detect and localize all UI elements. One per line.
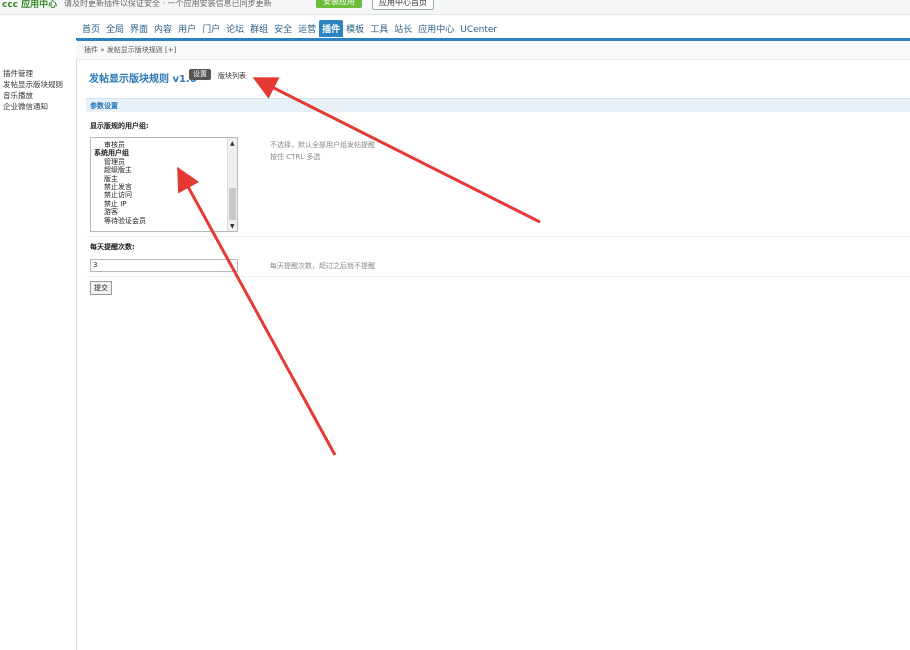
sidebar-item-wecom[interactable]: 企业微信通知	[0, 101, 76, 112]
section-title: 参数设置	[90, 102, 118, 110]
sidebar: 插件管理 发帖显示版块规则 音乐播放 企业微信通知	[0, 40, 77, 650]
daily-count-label: 每天提醒次数:	[90, 243, 135, 251]
user-groups-multiselect[interactable]: 审核员 系统用户组 管理员 超级版主 版主 禁止发言 禁止访问 禁止 IP 游客 等待验证会员 ▲…	[90, 137, 238, 232]
top-bar: ccc 应用中心 请及时更新插件以保证安全 · 一个应用安装信息已同步更新 安装…	[0, 0, 910, 15]
nav-item-template[interactable]: 模板	[343, 20, 367, 37]
option-group-label: 系统用户组	[94, 149, 129, 158]
sidebar-item-music[interactable]: 音乐播放	[0, 90, 76, 101]
nav-item-group[interactable]: 群组	[247, 20, 271, 37]
nav-item-content[interactable]: 内容	[151, 20, 175, 37]
nav-item-founder[interactable]: 站长	[391, 20, 415, 37]
daily-count-hint: 每天提醒次数，超过之后就不提醒	[270, 262, 375, 270]
block-list-link[interactable]: 版块列表	[218, 71, 246, 81]
install-app-button[interactable]: 安装应用	[316, 0, 362, 8]
main-nav: 首页 全局 界面 内容 用户 门户 论坛 群组 安全 运营 插件 模板 工具 站…	[76, 20, 910, 38]
scroll-thumb[interactable]	[229, 188, 236, 220]
nav-item-style[interactable]: 界面	[127, 20, 151, 37]
scroll-down-arrow-icon[interactable]: ▼	[230, 223, 235, 230]
top-message: 请及时更新插件以保证安全 · 一个应用安装信息已同步更新	[64, 0, 272, 8]
row-divider	[86, 236, 910, 237]
breadcrumb-text[interactable]: 插件 » 发帖显示版块规则 [+]	[84, 45, 176, 55]
nav-item-app-center[interactable]: 应用中心	[415, 20, 457, 37]
section-header: 参数设置	[86, 98, 910, 112]
user-group-option[interactable]: 等待验证会员	[91, 217, 237, 225]
scroll-up-arrow-icon[interactable]: ▲	[230, 140, 235, 147]
select-scrollbar[interactable]: ▲ ▼	[227, 138, 237, 231]
settings-tab[interactable]: 设置	[189, 69, 211, 80]
user-group-option[interactable]: 版主	[91, 175, 237, 183]
row-divider	[86, 276, 910, 277]
sidebar-item-plugin-manage[interactable]: 插件管理	[0, 68, 76, 79]
submit-button[interactable]: 提交	[90, 281, 112, 295]
user-group-option[interactable]: 超级版主	[91, 166, 237, 174]
user-group-option[interactable]: 禁止 IP	[91, 200, 237, 208]
app-logo: ccc 应用中心	[2, 0, 58, 10]
app-center-home-button[interactable]: 应用中心首页	[372, 0, 434, 10]
nav-item-tools[interactable]: 工具	[367, 20, 391, 37]
user-groups-hint-line1: 不选择，默认全部用户组发帖提醒	[270, 141, 375, 149]
user-groups-hint-line2: 按住 CTRL 多选	[270, 153, 321, 161]
nav-item-plugin[interactable]: 插件	[319, 20, 344, 37]
sidebar-item-post-rules[interactable]: 发帖显示版块规则	[0, 79, 76, 90]
user-group-option[interactable]: 管理员	[91, 158, 237, 166]
nav-item-safe[interactable]: 安全	[271, 20, 295, 37]
daily-count-input[interactable]: 3	[90, 259, 238, 272]
nav-item-global[interactable]: 全局	[103, 20, 127, 37]
nav-item-home[interactable]: 首页	[79, 20, 103, 37]
user-groups-label: 显示版规的用户组:	[90, 122, 149, 130]
nav-item-forum[interactable]: 论坛	[223, 20, 247, 37]
user-group-option[interactable]: 禁止访问	[91, 191, 237, 199]
nav-item-ucenter[interactable]: UCenter	[457, 20, 500, 37]
page-title: 发帖显示版块规则 v1.0	[89, 74, 197, 85]
nav-item-operation[interactable]: 运营	[295, 20, 319, 37]
nav-item-user[interactable]: 用户	[175, 20, 199, 37]
user-groups-hint: 不选择，默认全部用户组发帖提醒 按住 CTRL 多选	[270, 139, 375, 163]
nav-item-portal[interactable]: 门户	[199, 20, 223, 37]
breadcrumb: 插件 » 发帖显示版块规则 [+]	[76, 41, 910, 60]
user-group-option[interactable]: 游客	[91, 208, 237, 216]
